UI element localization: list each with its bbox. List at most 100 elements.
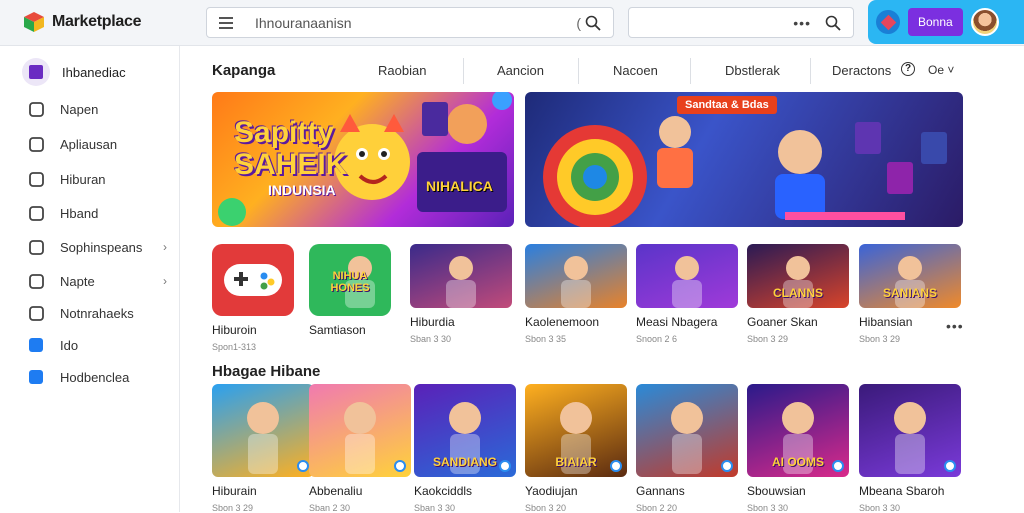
row-more-icon[interactable]: •••: [946, 318, 964, 334]
promo-banner-2[interactable]: Sandtaa & Bdas: [525, 92, 963, 227]
app-thumbnail[interactable]: [636, 244, 738, 308]
tab-divider: [463, 58, 464, 84]
app-tile[interactable]: Measi Nbagera Snoon 2 6: [636, 244, 738, 344]
app-thumbnail[interactable]: AI OOMS: [747, 384, 849, 477]
tab-3[interactable]: Nacoen: [613, 63, 658, 78]
loading-icon: (: [576, 14, 581, 31]
banner-title-1: Sapitty: [234, 116, 335, 149]
banner-tag: Sandtaa & Bdas: [677, 96, 777, 114]
app-thumbnail[interactable]: CLANNS: [747, 244, 849, 308]
cube-logo-icon: [24, 12, 44, 32]
sidebar-header[interactable]: Ihbanediac: [22, 58, 126, 86]
more-options-icon[interactable]: •••: [793, 15, 811, 31]
gem-icon[interactable]: [876, 10, 900, 34]
app-thumbnail[interactable]: [859, 384, 961, 477]
verified-badge-icon: [499, 460, 511, 472]
account-button[interactable]: Bonna: [908, 8, 963, 36]
gamepad-icon: [224, 264, 282, 296]
sidebar-item[interactable]: Hiburan: [28, 168, 173, 190]
promo-banner-1[interactable]: Sapitty SAHEIK INDUNSIA NIHALICA: [212, 92, 514, 227]
app-name[interactable]: Samtiason: [309, 323, 391, 337]
app-meta: Sbon 3 35: [525, 334, 567, 344]
chevron-right-icon[interactable]: ›: [163, 274, 167, 288]
app-thumbnail[interactable]: BIAIAR: [525, 384, 627, 477]
app-tile[interactable]: NIHUA HONES Samtiason: [309, 244, 391, 342]
sidebar-item[interactable]: Hband: [28, 202, 173, 224]
character-art: [410, 244, 512, 308]
app-thumbnail[interactable]: [525, 244, 627, 308]
thumbnail-title: AI OOMS: [771, 455, 824, 469]
sidebar-item[interactable]: Napte ›: [28, 270, 173, 292]
app-name[interactable]: Hiburoin: [212, 323, 294, 337]
app-thumbnail[interactable]: [212, 384, 314, 477]
people-icon: [28, 205, 44, 221]
app-tile[interactable]: CLANNS Goaner Skan Sbon 3 29: [747, 244, 849, 344]
app-name[interactable]: Hiburdia: [410, 315, 512, 329]
more-dropdown[interactable]: Oe ˅: [928, 63, 954, 77]
app-name[interactable]: Measi Nbagera: [636, 315, 738, 329]
app-thumbnail[interactable]: [636, 384, 738, 477]
character-art: [525, 244, 627, 308]
chevron-right-icon[interactable]: ›: [163, 240, 167, 254]
sidebar-item[interactable]: Notnrahaeks: [28, 302, 173, 324]
download-icon: [28, 337, 44, 353]
app-tile[interactable]: Mbeana Sbaroh Sbon 3 30: [859, 384, 961, 513]
verified-badge-icon: [832, 460, 844, 472]
verified-badge-icon: [610, 460, 622, 472]
app-tile[interactable]: Kaolenemoon Sbon 3 35: [525, 244, 627, 344]
rocket-icon: [28, 101, 44, 117]
app-meta: Spon1-313: [212, 342, 257, 352]
search-input[interactable]: Ihnouranaanisn: [255, 15, 576, 31]
info-icon: [28, 369, 44, 385]
secondary-search[interactable]: •••: [628, 7, 854, 38]
sidebar: Ihbanediac Napen Apliausan Hiburan Hband Sop…: [0, 46, 180, 512]
app-name[interactable]: Abbenaliu: [309, 484, 411, 498]
sidebar-item-label: Apliausan: [60, 136, 118, 152]
thumbnail-title: SANDIANG: [432, 455, 497, 469]
sidebar-item[interactable]: Apliausan: [28, 133, 173, 155]
help-icon[interactable]: ?: [901, 62, 915, 76]
app-thumbnail[interactable]: SANIANS: [859, 244, 961, 308]
app-name[interactable]: Sbouwsian: [747, 484, 849, 498]
app-name[interactable]: Gannans: [636, 484, 738, 498]
app-thumbnail[interactable]: [212, 244, 294, 316]
app-tile[interactable]: Hiburdia Sban 3 30: [410, 244, 512, 344]
app-thumbnail[interactable]: [309, 384, 411, 477]
app-name[interactable]: Yaodiujan: [525, 484, 627, 498]
search-icon[interactable]: [825, 15, 841, 31]
app-name[interactable]: Kaolenemoon: [525, 315, 627, 329]
sidebar-item[interactable]: Sophinspeans ›: [28, 236, 173, 258]
app-thumbnail[interactable]: [410, 244, 512, 308]
app-tile[interactable]: Hiburain Sbon 3 29: [212, 384, 314, 513]
app-tile[interactable]: Gannans Sbon 2 20: [636, 384, 738, 513]
app-tile[interactable]: AI OOMS Sbouwsian Sbon 3 30: [747, 384, 849, 513]
search-icon[interactable]: [585, 15, 601, 31]
page-title: Kapanga: [212, 62, 276, 79]
verified-badge-icon: [721, 460, 733, 472]
tab-2[interactable]: Aancion: [497, 63, 544, 78]
app-tile[interactable]: SANDIANG Kaokciddls Sban 3 30: [414, 384, 516, 513]
sidebar-item[interactable]: Hodbenclea: [28, 366, 173, 388]
sidebar-item[interactable]: Ido: [28, 334, 173, 356]
sidebar-item[interactable]: Napen: [28, 98, 173, 120]
thumbnail-title: SANIANS: [882, 286, 937, 300]
tab-4[interactable]: Dbstlerak: [725, 63, 780, 78]
app-thumbnail[interactable]: NIHUA HONES: [309, 244, 391, 316]
verified-badge-icon: [944, 460, 956, 472]
app-name[interactable]: Hiburain: [212, 484, 314, 498]
app-name[interactable]: Mbeana Sbaroh: [859, 484, 961, 498]
app-tile[interactable]: Abbenaliu Sban 2 30: [309, 384, 411, 513]
app-thumbnail[interactable]: SANDIANG: [414, 384, 516, 477]
sidebar-header-label: Ihbanediac: [62, 64, 126, 80]
tab-5[interactable]: Deractons: [832, 63, 891, 78]
app-name[interactable]: Kaokciddls: [414, 484, 516, 498]
app-logo[interactable]: Marketplace: [22, 10, 142, 34]
app-tile[interactable]: Hiburoin Spon1-313: [212, 244, 294, 352]
app-meta: Sban 3 30: [410, 334, 452, 344]
app-tile[interactable]: BIAIAR Yaodiujan Sbon 3 20: [525, 384, 627, 513]
tab-1[interactable]: Raobian: [378, 63, 426, 78]
search-bar[interactable]: Ihnouranaanisn (: [206, 7, 614, 38]
menu-icon[interactable]: [219, 16, 233, 29]
avatar[interactable]: [970, 8, 999, 36]
app-name[interactable]: Goaner Skan: [747, 315, 849, 329]
